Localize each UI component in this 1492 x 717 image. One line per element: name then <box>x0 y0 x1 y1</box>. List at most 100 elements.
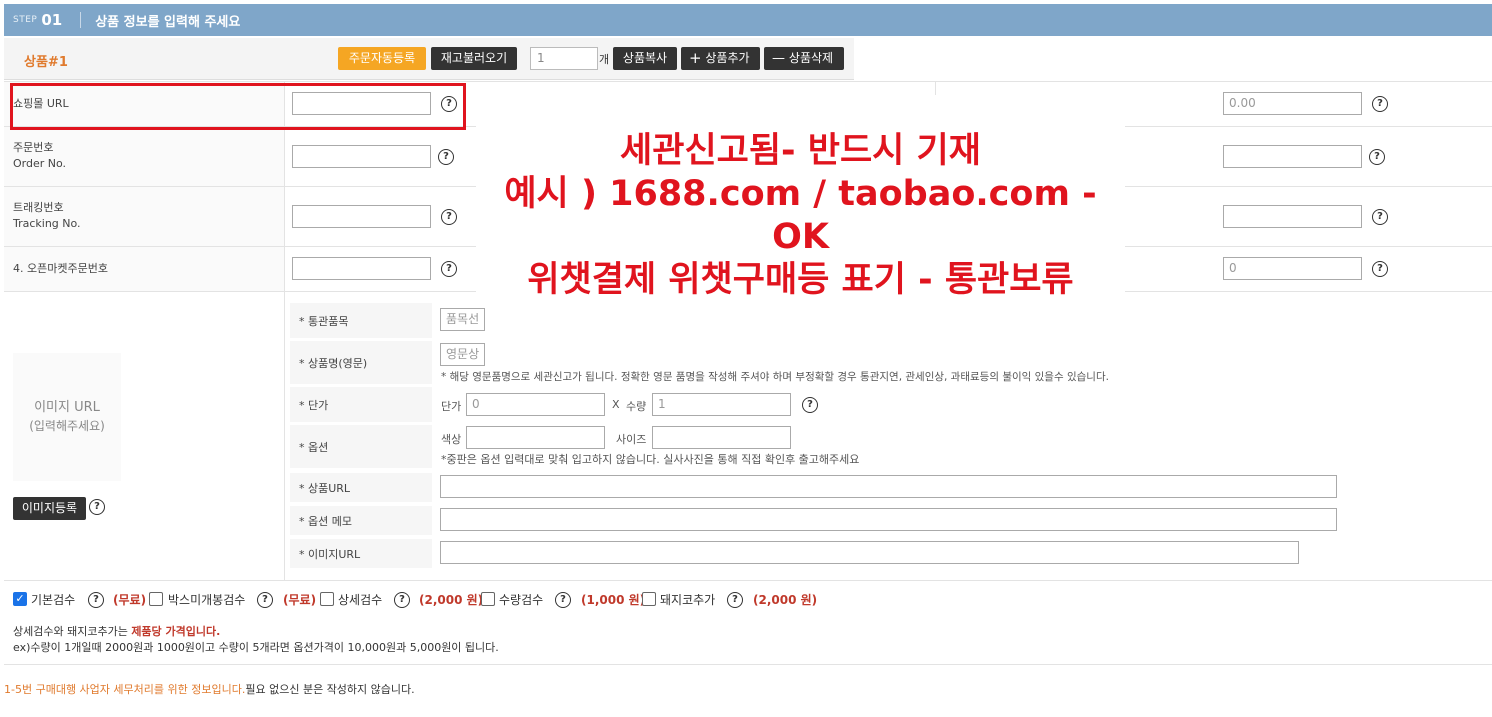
highlight-box <box>10 83 466 130</box>
question-circle-icon[interactable]: ? <box>441 209 457 225</box>
question-circle-icon[interactable]: ? <box>555 592 571 608</box>
warning-line-2: 예시 ) 1688.com / taobao.com - OK <box>504 174 1097 257</box>
detail-inspection-checkbox[interactable] <box>320 592 334 606</box>
unit-price-prefix: 단가 <box>441 400 462 413</box>
detail-qty-input[interactable]: 1 <box>652 393 791 416</box>
customs-item-input[interactable]: 품목선 <box>440 308 485 331</box>
add-product-button[interactable]: + 상품추가 <box>681 47 760 70</box>
unit-price-input[interactable]: 0 <box>466 393 605 416</box>
footer-note: 1-5번 구매대행 사업자 세무처리를 위한 정보입니다.필요 없으신 분은 작… <box>4 681 415 697</box>
auto-order-button[interactable]: 주문자동등록 <box>338 47 426 70</box>
product-qty-input[interactable]: 1 <box>530 47 598 70</box>
order-no-label: 주문번호 Order No. <box>13 140 66 172</box>
name-en-label: * 상품명(영문) <box>290 341 432 384</box>
openmarket-input[interactable] <box>292 257 431 280</box>
minus-icon: — <box>772 51 785 66</box>
delete-product-label: 상품삭제 <box>788 51 834 65</box>
row-divider <box>4 664 1492 665</box>
tracking-label-ko: 트래킹번호 <box>13 201 64 214</box>
per-item-note-emphasis: 제품당 가격입니다. <box>131 625 221 638</box>
column-divider <box>284 81 285 581</box>
row-divider <box>4 81 1492 82</box>
stock-reload-button[interactable]: 재고불러오기 <box>431 47 517 70</box>
basic-inspection-checkbox[interactable]: ✓ <box>13 592 27 606</box>
question-circle-icon[interactable]: ? <box>88 592 104 608</box>
box-unopened-inspection-checkbox[interactable] <box>149 592 163 606</box>
tracking-label: 트래킹번호 Tracking No. <box>13 200 81 232</box>
inspection-label: 돼지코추가 <box>660 593 716 607</box>
tracking-input[interactable] <box>292 205 431 228</box>
right-value-input-2[interactable] <box>1223 145 1362 168</box>
inspection-price: (2,000 원) <box>419 593 484 607</box>
option-memo-label: * 옵션 메모 <box>290 506 432 535</box>
footer-note-highlight: 1-5번 구매대행 사업자 세무처리를 위한 정보입니다. <box>4 683 246 696</box>
warning-line-1: 세관신고됨- 반드시 기재 <box>620 131 981 171</box>
question-circle-icon[interactable]: ? <box>1372 261 1388 277</box>
step-divider <box>80 12 82 28</box>
question-circle-icon[interactable]: ? <box>1369 149 1385 165</box>
question-circle-icon[interactable]: ? <box>441 261 457 277</box>
plug-adapter-checkbox[interactable] <box>642 592 656 606</box>
color-label: 색상 <box>441 433 462 446</box>
inspection-price: (1,000 원) <box>581 593 646 607</box>
image-url-input[interactable] <box>440 541 1299 564</box>
inspection-label: 박스미개봉검수 <box>168 593 246 607</box>
inspection-price: (2,000 원) <box>753 593 818 607</box>
image-url-label: * 이미지URL <box>290 539 432 568</box>
add-product-label: 상품추가 <box>705 51 750 65</box>
name-en-note: * 해당 영문품명으로 세관신고가 됩니다. 정확한 영문 품명을 작성해 주셔… <box>441 371 1109 383</box>
question-circle-icon[interactable]: ? <box>394 592 410 608</box>
footer-note-rest: 필요 없으신 분은 작성하지 않습니다. <box>245 683 415 696</box>
product-label: 상품#1 <box>24 55 68 70</box>
question-circle-icon[interactable]: ? <box>257 592 273 608</box>
inspection-price: (무료) <box>113 593 147 607</box>
image-placeholder[interactable]: 이미지 URL (입력해주세요) <box>13 353 121 481</box>
delete-product-button[interactable]: — 상품삭제 <box>764 47 844 70</box>
step-number: 01 <box>41 11 63 29</box>
color-input[interactable] <box>466 426 605 449</box>
right-value-input-1[interactable]: 0.00 <box>1223 92 1362 115</box>
question-circle-icon[interactable]: ? <box>802 397 818 413</box>
question-circle-icon[interactable]: ? <box>1372 96 1388 112</box>
per-item-note-prefix: 상세검수와 돼지코추가는 <box>13 625 132 638</box>
row-divider <box>4 580 1492 581</box>
inspection-label: 상세검수 <box>338 593 383 607</box>
quantity-example-note: ex)수량이 1개일때 2000원과 1000원이고 수량이 5개라면 옵션가격… <box>13 641 499 654</box>
unit-price-label: * 단가 <box>290 387 432 422</box>
openmarket-label: 4. 오픈마켓주문번호 <box>13 262 108 275</box>
question-circle-icon[interactable]: ? <box>1372 209 1388 225</box>
per-item-price-note: 상세검수와 돼지코추가는 제품당 가격입니다. <box>13 623 220 639</box>
step-small-label: STEP <box>13 15 38 25</box>
option-memo-input[interactable] <box>440 508 1337 531</box>
image-placeholder-sub: (입력해주세요) <box>29 419 105 433</box>
size-input[interactable] <box>652 426 791 449</box>
warning-line-3: 위챗결제 위챗구매등 표기 - 통관보류 <box>527 260 1074 300</box>
step-header: STEP 01 상품 정보를 입력해 주세요 <box>4 4 1492 36</box>
product-url-label: * 상품URL <box>290 473 432 502</box>
question-circle-icon[interactable]: ? <box>727 592 743 608</box>
option-label: * 옵션 <box>290 425 432 468</box>
right-value-input-4[interactable]: 0 <box>1223 257 1362 280</box>
times-sign: X <box>612 398 620 411</box>
name-en-input[interactable]: 영문상 <box>440 343 485 366</box>
inspection-price: (무료) <box>283 593 317 607</box>
customs-item-label: * 통관품목 <box>290 303 432 338</box>
option-note: *중판은 옵션 입력대로 맞춰 입고하지 않습니다. 실사사진을 통해 직접 확… <box>441 453 860 466</box>
quantity-inspection-checkbox[interactable] <box>481 592 495 606</box>
plus-icon: + <box>689 49 702 67</box>
question-circle-icon[interactable]: ? <box>438 149 454 165</box>
step-title: 상품 정보를 입력해 주세요 <box>95 14 241 30</box>
qty-prefix: 수량 <box>626 400 647 413</box>
product-url-input[interactable] <box>440 475 1337 498</box>
order-no-label-en: Order No. <box>13 157 67 170</box>
order-no-label-ko: 주문번호 <box>13 141 54 154</box>
image-register-button[interactable]: 이미지등록 <box>13 497 86 520</box>
right-value-input-3[interactable] <box>1223 205 1362 228</box>
copy-product-button[interactable]: 상품복사 <box>613 47 677 70</box>
inspection-label: 수량검수 <box>499 593 544 607</box>
order-no-input[interactable] <box>292 145 431 168</box>
qty-unit-label: 개 <box>599 53 610 66</box>
question-circle-icon[interactable]: ? <box>89 499 105 515</box>
size-label: 사이즈 <box>616 433 647 446</box>
customs-warning-overlay: 세관신고됨- 반드시 기재 예시 ) 1688.com / taobao.com… <box>476 95 1125 300</box>
